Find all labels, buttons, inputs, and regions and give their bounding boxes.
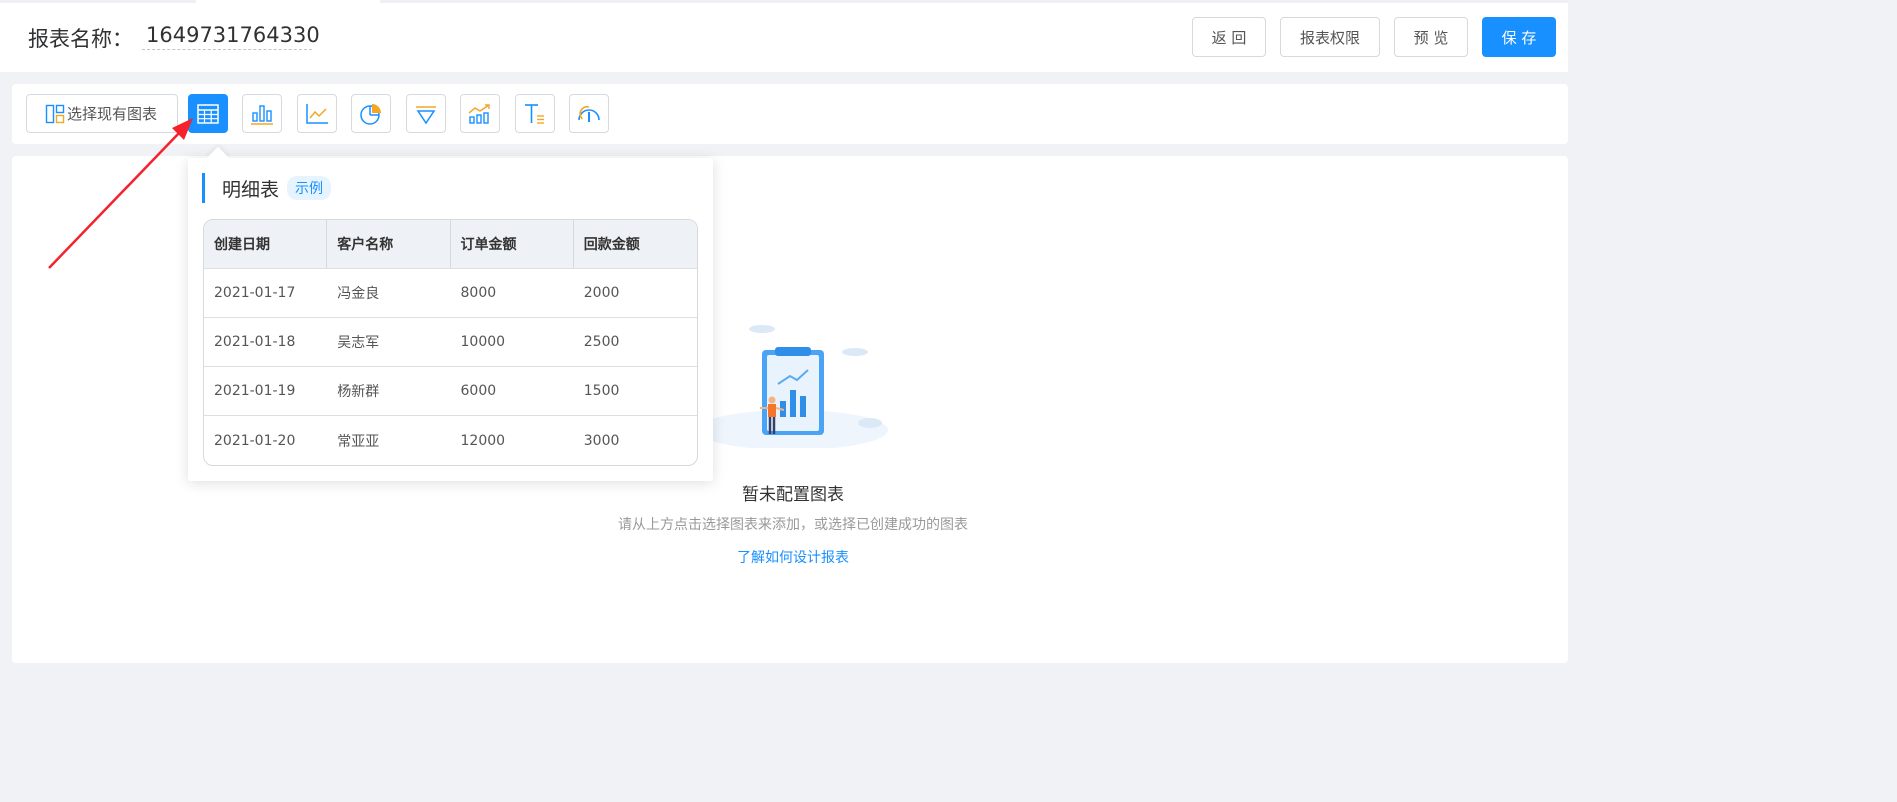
table-cell: 2021-01-17 [214,285,296,301]
table-cell: 8000 [460,285,497,301]
report-permission-button[interactable]: 报表权限 [1280,17,1380,57]
column-header: 客户名称 [327,220,451,268]
table-cell: 2021-01-20 [214,432,296,449]
empty-state-title: 暂未配置图表 [742,485,844,505]
pie-chart-button[interactable] [351,94,391,133]
table-cell: 2500 [583,334,620,350]
table-cell: 10000 [460,334,506,350]
gauge-chart-button[interactable] [569,94,609,133]
column-header: 创建日期 [204,220,328,268]
table-chart-button[interactable] [188,94,228,133]
empty-state-description: 请从上方点击选择图表来添加，或选择已创建成功的图表 [618,517,968,533]
table-row: 2021-01-17 冯金良 8000 2000 [204,269,697,318]
preview-button[interactable]: 预 览 [1394,17,1468,57]
text-icon [525,103,544,124]
select-existing-label: 选择现有图表 [67,105,158,123]
header: 报表名称： 1649731764330 返 回 报表权限 预 览 保 存 [0,3,1568,72]
funnel-chart-button[interactable] [406,94,446,133]
combo-chart-button[interactable] [460,94,500,133]
text-button[interactable] [515,94,555,133]
table-cell: 2000 [583,285,620,301]
pie-chart-icon [360,103,381,125]
empty-chart-illustration [700,325,888,448]
table-row: 2021-01-19 杨新群 6000 1500 [204,367,697,416]
table-cell: 杨新群 [337,384,380,400]
table-cell: 3000 [583,432,620,449]
table-cell: 1500 [583,383,620,399]
table-row: 2021-01-18 吴志军 10000 2500 [204,318,697,367]
example-table: 创建日期 客户名称 订单金额 回款金额 2021-01-17 冯金良 8000 … [203,219,698,466]
column-header: 回款金额 [583,237,640,253]
combo-chart-icon [468,103,490,124]
table-row: 2021-01-20 常亚亚 12000 3000 [204,416,697,465]
popover-header: 明细表 示例 [202,173,332,203]
table-cell: 吴志军 [337,335,380,351]
table-chart-icon [197,103,219,124]
line-chart-icon [306,103,328,124]
bar-chart-icon [251,104,273,125]
layout-icon [45,104,65,123]
table-cell: 常亚亚 [337,433,380,450]
select-existing-chart-button[interactable]: 选择现有图表 [26,94,178,133]
table-cell: 冯金良 [337,286,380,302]
report-name-label: 报表名称： [28,27,133,51]
column-header: 订单金额 [451,220,574,268]
popover-title: 明细表 [222,178,280,201]
funnel-chart-icon [416,105,436,124]
table-cell: 6000 [460,383,497,399]
report-name-input[interactable]: 1649731764330 [142,23,320,50]
chart-preview-popover: 明细表 示例 创建日期 客户名称 订单金额 回款金额 2021-01-17 冯金… [188,146,713,481]
table-header-row: 创建日期 客户名称 订单金额 回款金额 [204,220,697,269]
save-button[interactable]: 保 存 [1482,17,1556,57]
table-cell: 2021-01-18 [214,334,296,350]
example-tag: 示例 [287,176,332,200]
line-chart-button[interactable] [297,94,337,133]
back-button[interactable]: 返 回 [1192,17,1266,57]
table-cell: 12000 [460,432,506,449]
popover-caret [206,146,230,170]
table-cell: 2021-01-19 [214,383,296,399]
gauge-chart-icon [578,105,600,122]
chart-toolbar: 选择现有图表 [12,84,1568,144]
bar-chart-button[interactable] [242,94,282,133]
learn-design-link[interactable]: 了解如何设计报表 [0,547,1586,567]
